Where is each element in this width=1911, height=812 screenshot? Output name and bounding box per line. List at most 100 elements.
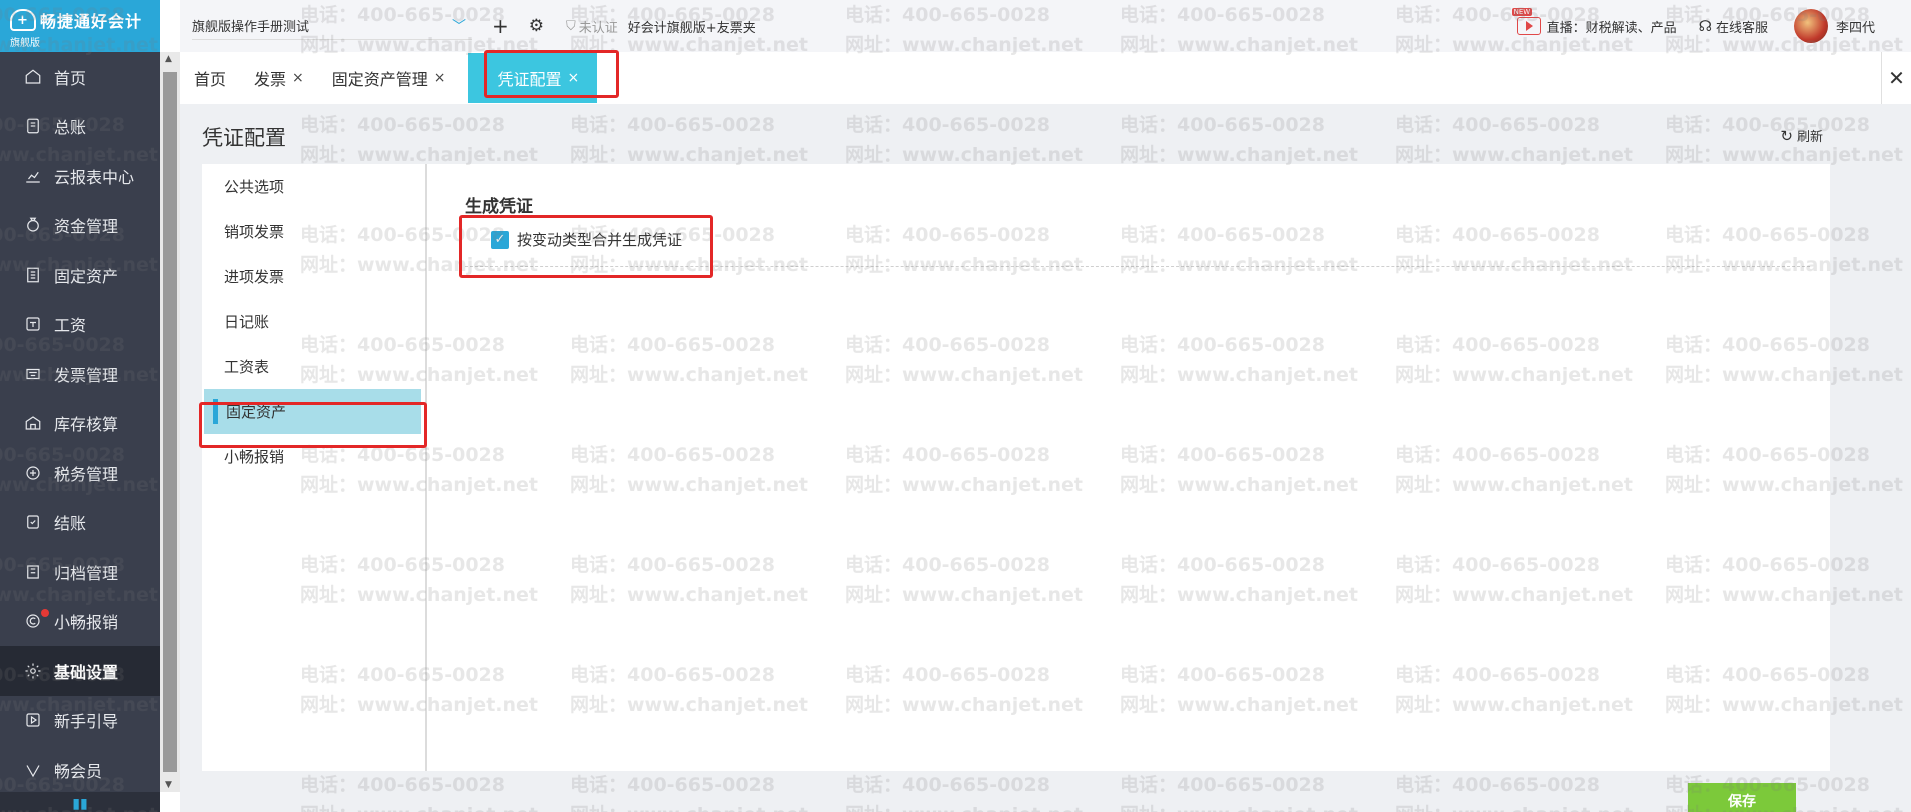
- vip-icon: [22, 759, 44, 781]
- user-menu[interactable]: 李四代: [1793, 9, 1875, 43]
- tab-3[interactable]: 凭证配置 ×: [467, 53, 598, 103]
- sidebar-scrollbar[interactable]: ▲ ▼: [160, 52, 180, 792]
- tab-close-icon[interactable]: ×: [434, 70, 446, 86]
- top-bar: 旗舰版操作手册测试 ﹀ + ⚙ ⛉ 未认证 好会计旗舰版+友票夹 NEW 直播：…: [180, 0, 1911, 52]
- tab-close-icon[interactable]: ×: [568, 70, 580, 86]
- invoice-icon: [22, 363, 44, 385]
- certification-status[interactable]: ⛉ 未认证: [566, 17, 618, 36]
- sidebar-item-14[interactable]: 畅会员: [0, 745, 160, 795]
- sidebar-item-5[interactable]: 工资: [0, 300, 160, 350]
- sidebar-item-label: 总账: [54, 118, 87, 138]
- product-name[interactable]: 好会计旗舰版+友票夹: [628, 17, 756, 36]
- user-name: 李四代: [1835, 20, 1875, 36]
- avatar: [1793, 9, 1828, 43]
- settings-menu-item-1[interactable]: 销项发票: [202, 209, 425, 254]
- sidebar-nav: 首页总账云报表中心 资金管理固定资产工资发票管理库存核算税务管理结账归档管理小畅报…: [0, 52, 160, 795]
- ledger-icon: [22, 115, 44, 137]
- sidebar-item-label: 结账: [54, 514, 87, 534]
- refresh-label: 刷新: [1796, 130, 1823, 145]
- sidebar-item-12[interactable]: 基础设置: [0, 646, 160, 696]
- option-label: 按变动类型合并生成凭证: [517, 231, 683, 249]
- sidebar-item-label: 归档管理: [54, 563, 119, 583]
- salary-icon: [22, 313, 44, 335]
- archive-icon: [22, 561, 44, 583]
- cloud-logo-icon: +: [10, 9, 36, 31]
- sidebar-item-13[interactable]: 新手引导: [0, 696, 160, 746]
- online-service-button[interactable]: ☊ 在线客服: [1699, 17, 1768, 36]
- tab-2[interactable]: 固定资产管理 ×: [318, 52, 460, 104]
- sidebar-item-2[interactable]: 云报表中心: [0, 151, 160, 201]
- company-select[interactable]: 旗舰版操作手册测试 ﹀: [192, 12, 472, 40]
- sidebar-footer[interactable]: ▮▮: [0, 792, 160, 812]
- building-icon: [22, 264, 44, 286]
- save-bar: 保存: [202, 771, 1830, 812]
- add-icon[interactable]: +: [492, 14, 509, 38]
- notification-dot: [41, 608, 49, 617]
- section-title: 生成凭证: [465, 197, 533, 217]
- refresh-icon: ↻: [1780, 126, 1793, 145]
- menu-item-label: 公共选项: [224, 178, 285, 196]
- sidebar-item-label: 税务管理: [54, 464, 119, 484]
- warehouse-icon: [22, 412, 44, 434]
- sidebar-item-7[interactable]: 库存核算: [0, 399, 160, 449]
- sidebar-item-4[interactable]: 固定资产: [0, 250, 160, 300]
- sidebar-item-0[interactable]: 首页: [0, 52, 160, 102]
- sidebar-item-label: 发票管理: [54, 365, 119, 385]
- chevron-down-icon: ﹀: [452, 18, 466, 35]
- home-icon: [22, 66, 44, 88]
- certification-label: 未认证: [578, 20, 618, 36]
- settings-menu-item-0[interactable]: 公共选项: [202, 164, 425, 209]
- collapse-icon: ▮▮: [72, 796, 88, 812]
- tab-label: 发票: [254, 70, 287, 89]
- checkout-icon: [22, 511, 44, 533]
- live-text: 直播：财税解读、产品: [1546, 20, 1677, 36]
- menu-item-label: 进项发票: [224, 268, 285, 286]
- live-tv-icon: NEW: [1511, 8, 1541, 35]
- chart-icon: [22, 165, 44, 187]
- sidebar-item-9[interactable]: 结账: [0, 498, 160, 548]
- merge-by-change-type-option[interactable]: ✓ 按变动类型合并生成凭证: [491, 229, 682, 250]
- settings-menu-item-6[interactable]: 小畅报销: [202, 434, 425, 479]
- tab-bar: 首页 发票 × 固定资产管理 × 凭证配置 × ✕: [180, 52, 1911, 104]
- save-button[interactable]: 保存: [1688, 783, 1796, 812]
- sidebar-item-label: 基础设置: [54, 662, 119, 682]
- refresh-button[interactable]: ↻ 刷新: [1780, 126, 1823, 146]
- settings-menu-item-2[interactable]: 进项发票: [202, 254, 425, 299]
- tab-0[interactable]: 首页: [180, 52, 240, 104]
- sidebar: + 畅捷通好会计 旗舰版 首页总账云报表中心 资金管理固定资产工资发票管理库存核算税…: [0, 0, 160, 812]
- settings-menu-item-3[interactable]: 日记账: [202, 299, 425, 344]
- main-content: 凭证配置 ↻ 刷新 公共选项 销项发票 进项发票 日记账 工资表 固定资产 小畅报销 生成凭…: [180, 104, 1911, 812]
- live-broadcast-link[interactable]: NEW 直播：财税解读、产品: [1511, 8, 1677, 36]
- tax-icon: [22, 462, 44, 484]
- money-bag-icon: [22, 214, 44, 236]
- sidebar-item-6[interactable]: 发票管理: [0, 349, 160, 399]
- brand-name: 畅捷通好会计: [40, 12, 143, 31]
- settings-menu-item-4[interactable]: 工资表: [202, 344, 425, 389]
- tab-label: 固定资产管理: [331, 70, 428, 89]
- tab-close-icon[interactable]: ×: [292, 70, 304, 86]
- scrollbar-thumb[interactable]: [163, 72, 177, 772]
- menu-item-label: 销项发票: [224, 223, 285, 241]
- app-logo[interactable]: + 畅捷通好会计 旗舰版: [0, 0, 160, 52]
- divider: [465, 266, 1810, 267]
- gear-icon[interactable]: ⚙: [529, 16, 544, 36]
- tab-1[interactable]: 发票 ×: [240, 52, 318, 104]
- scroll-down-icon[interactable]: ▼: [165, 780, 172, 790]
- sidebar-item-11[interactable]: 小畅报销: [0, 597, 160, 647]
- merge-by-change-type-checkbox[interactable]: ✓: [491, 230, 509, 249]
- sidebar-item-label: 新手引导: [54, 712, 119, 732]
- close-all-tabs-icon[interactable]: ✕: [1881, 52, 1911, 104]
- sidebar-item-label: 固定资产: [54, 266, 119, 286]
- settings-menu-item-5[interactable]: 固定资产: [204, 389, 421, 434]
- sidebar-item-10[interactable]: 归档管理: [0, 547, 160, 597]
- sidebar-item-8[interactable]: 税务管理: [0, 448, 160, 498]
- tab-label: 凭证配置: [497, 70, 562, 89]
- company-name: 旗舰版操作手册测试: [192, 20, 310, 35]
- sidebar-item-1[interactable]: 总账: [0, 102, 160, 152]
- guide-icon: [22, 709, 44, 731]
- headset-icon: ☊: [1698, 17, 1712, 35]
- scroll-up-icon[interactable]: ▲: [165, 54, 172, 64]
- sidebar-item-label: 畅会员: [54, 761, 103, 781]
- settings-panel: 公共选项销项发票进项发票日记账 工资表 固定资产 小畅报销 生成凭证 ✓ 按变动类型合…: [202, 164, 1830, 771]
- sidebar-item-3[interactable]: 资金管理: [0, 201, 160, 251]
